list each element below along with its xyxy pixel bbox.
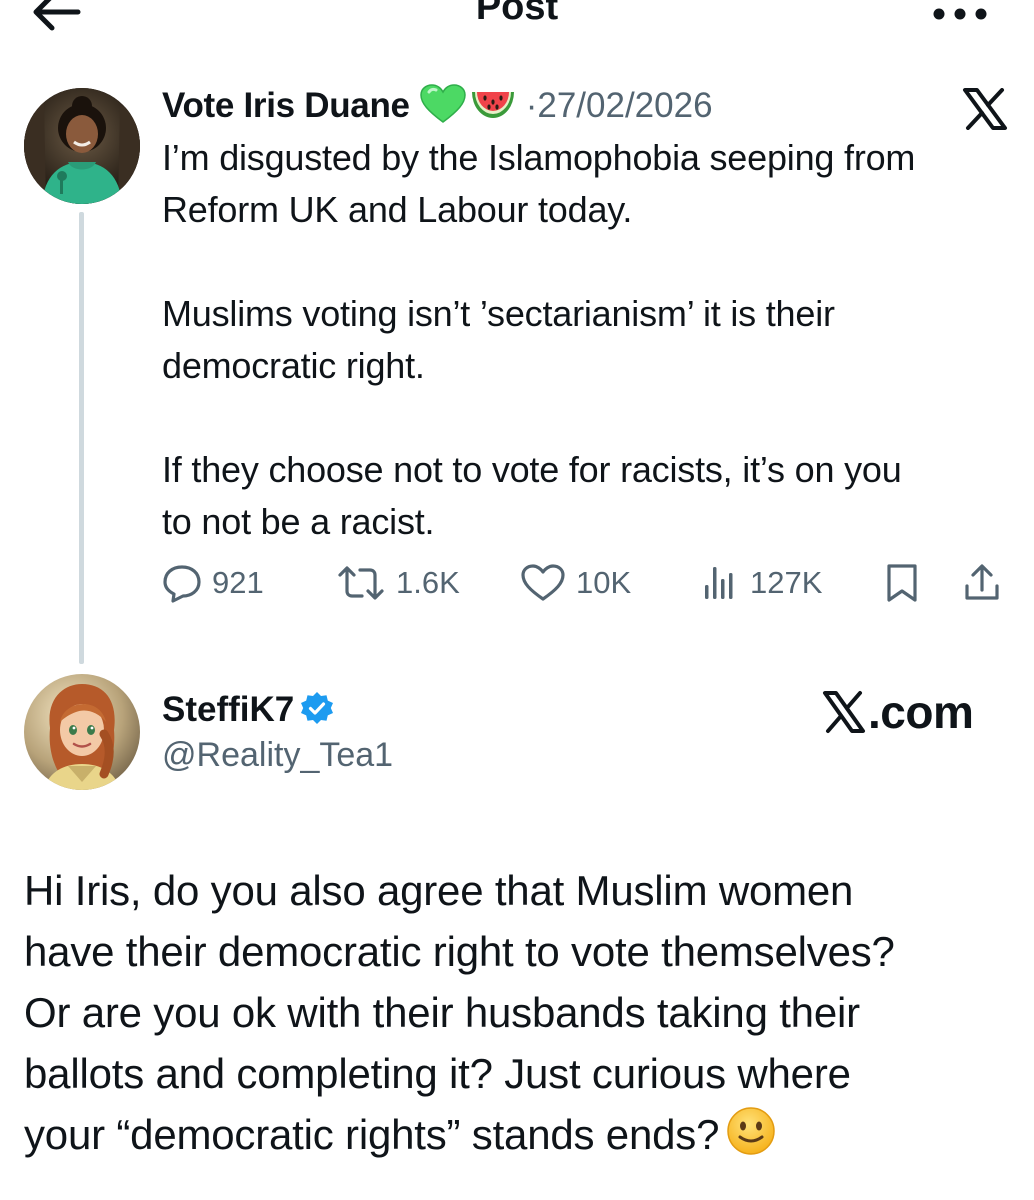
avatar[interactable] [24, 674, 140, 790]
reply-button[interactable]: 921 [162, 560, 264, 606]
tweet-line: ballots and completing it? Just curious … [24, 1050, 851, 1097]
like-count: 10K [576, 565, 632, 600]
author-name[interactable]: Vote Iris Duane [162, 86, 410, 126]
tweet-line: Reform UK and Labour today. [162, 189, 633, 230]
tweet-header: Vote Iris Duane ·27/02/2026 [162, 82, 713, 130]
tweet-header: SteffiK7 [162, 688, 334, 732]
x-logo-icon [823, 691, 865, 733]
verified-badge-icon [300, 691, 334, 730]
watermelon-icon [470, 84, 516, 129]
tweet-text: I’m disgusted by the Islamophobia seepin… [162, 132, 1022, 548]
tweet-line: If they choose not to vote for racists, … [162, 449, 902, 490]
views-button[interactable]: 127K [700, 560, 822, 606]
tweet-line: I’m disgusted by the Islamophobia seepin… [162, 137, 916, 178]
tweet-line: have their democratic right to vote them… [24, 928, 895, 975]
tweet-line: to not be a racist. [162, 501, 435, 542]
bookmark-button[interactable] [882, 560, 922, 606]
top-bar: Post [0, 0, 1034, 48]
reply-icon [163, 565, 201, 603]
repost-button[interactable]: 1.6K [336, 560, 460, 606]
like-button[interactable]: 10K [520, 560, 631, 606]
tweet-line: Muslims voting isn’t ’sectarianism’ it i… [162, 293, 835, 334]
thread-connector-line [79, 212, 84, 664]
share-button[interactable] [962, 560, 1002, 606]
x-com-watermark: .com [822, 684, 974, 740]
views-count: 127K [750, 565, 823, 600]
author-name[interactable]: SteffiK7 [162, 690, 294, 730]
tweet-line: Or are you ok with their husbands taking… [24, 989, 860, 1036]
share-icon [965, 564, 999, 600]
avatar[interactable] [24, 88, 140, 204]
green-heart-icon [419, 83, 466, 129]
tweet-line-text: your “democratic rights” stands ends? [24, 1111, 720, 1158]
tweet-line-last: your “democratic rights” stands ends? [24, 1104, 1024, 1173]
slightly-smiling-face-icon [725, 1105, 777, 1173]
tweet-text: Hi Iris, do you also agree that Muslim w… [24, 860, 1024, 1173]
post-date[interactable]: ·27/02/2026 [526, 86, 713, 126]
views-chart-icon [705, 567, 733, 599]
watermark-text: .com [868, 686, 974, 738]
repost-count: 1.6K [396, 565, 460, 600]
tweet-line: democratic right. [162, 345, 425, 386]
tweet-line: Hi Iris, do you also agree that Muslim w… [24, 867, 854, 914]
reply-count: 921 [212, 565, 264, 600]
user-handle[interactable]: @Reality_Tea1 [162, 736, 393, 775]
more-options-icon[interactable] [932, 4, 988, 24]
repost-icon [338, 566, 384, 600]
bookmark-icon [887, 564, 917, 602]
heart-icon [521, 564, 565, 601]
x-logo-icon [962, 88, 1008, 130]
page-title: Post [475, 0, 559, 28]
